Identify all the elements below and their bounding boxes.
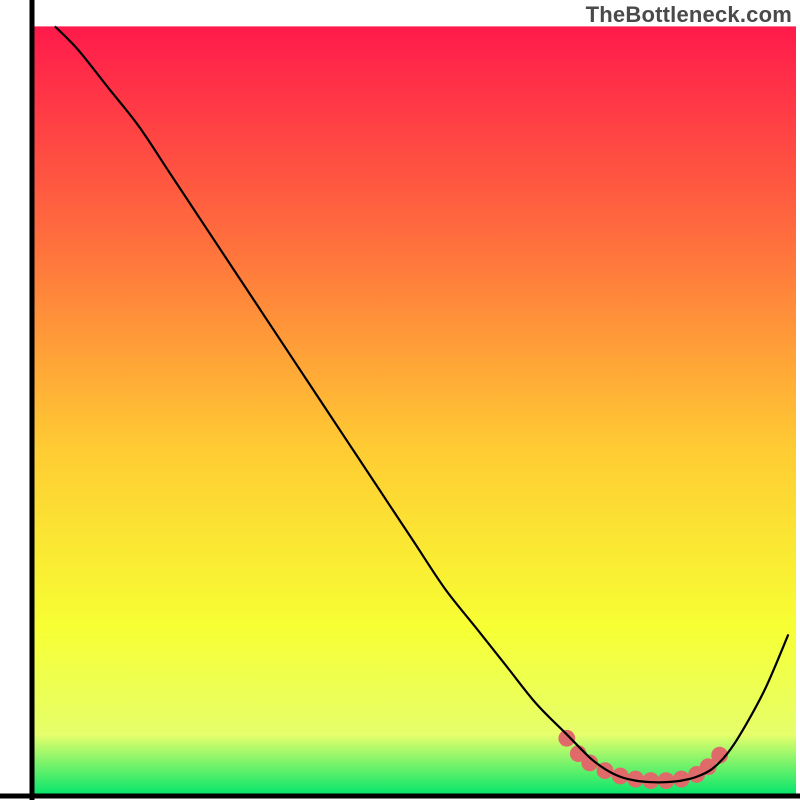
chart-container: TheBottleneck.com — [0, 0, 800, 800]
watermark-text: TheBottleneck.com — [586, 2, 792, 28]
highlight-dot — [658, 772, 675, 789]
highlight-dot — [558, 730, 575, 747]
plot-background — [32, 26, 796, 796]
highlight-dot — [642, 772, 659, 789]
bottleneck-chart — [0, 0, 800, 800]
